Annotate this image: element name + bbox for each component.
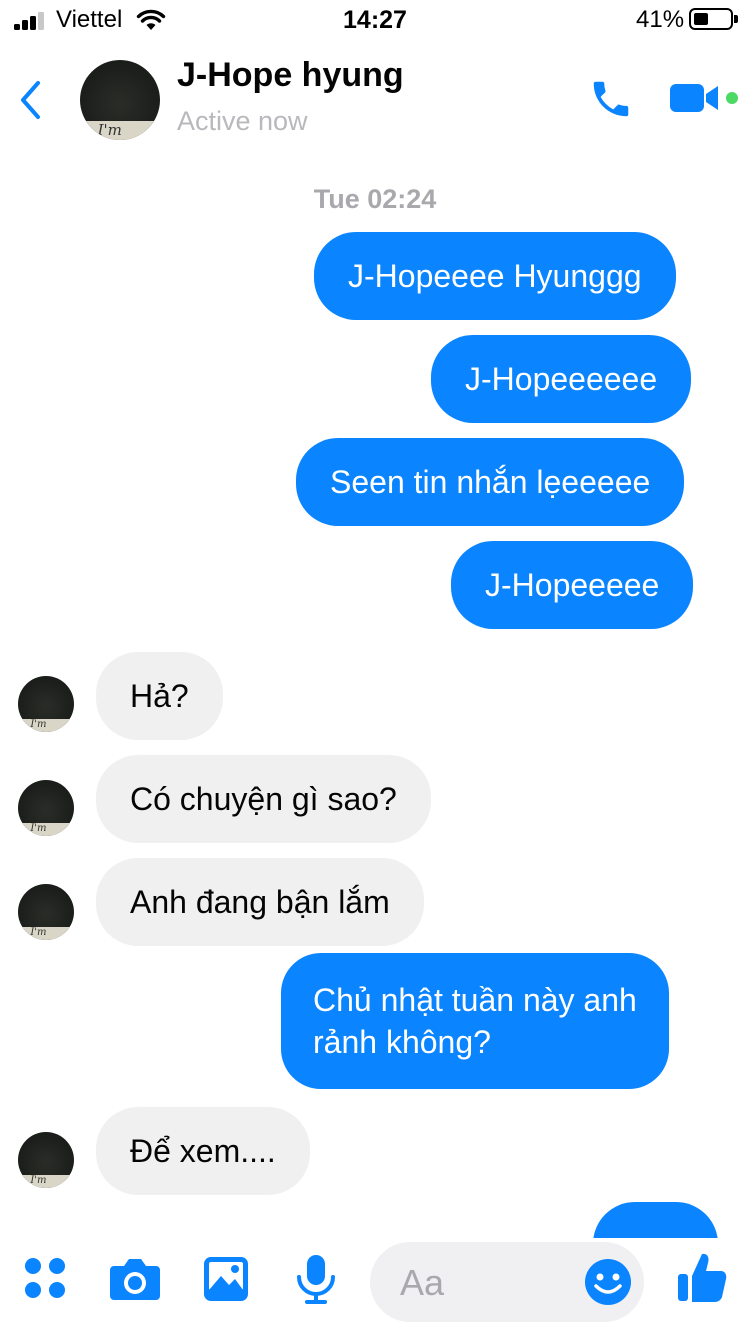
phone-icon[interactable] [588, 76, 634, 122]
outgoing-message[interactable]: Seen tin nhắn lẹeeeee [296, 438, 685, 526]
battery-icon [689, 8, 738, 30]
message-line: Chủ nhật tuần này anh [313, 982, 637, 1018]
status-bar: Viettel 14:27 41% [0, 0, 750, 40]
message-input-placeholder: Aa [400, 1262, 445, 1303]
avatar-caption: I'm [30, 926, 47, 938]
message-list[interactable]: Tue 02:24 J-Hopeeee Hyunggg J-Hopeeeeee … [0, 160, 750, 1238]
camera-icon[interactable] [108, 1256, 162, 1302]
presence-status: Active now [177, 106, 308, 136]
message-timestamp: Tue 02:24 [313, 184, 437, 214]
outgoing-message[interactable]: J-Hopeeee Hyunggg [314, 232, 676, 320]
message-line: rảnh không? [313, 1024, 491, 1060]
outgoing-message[interactable]: J-Hopeeeee [451, 541, 694, 629]
incoming-message[interactable]: Có chuyện gì sao? [96, 755, 431, 843]
contact-avatar[interactable]: I'm [80, 60, 160, 140]
contact-name[interactable]: J-Hope hyung [177, 56, 404, 95]
thumbs-up-icon[interactable] [676, 1250, 728, 1304]
photo-gallery-icon[interactable] [202, 1255, 250, 1303]
online-dot [726, 92, 738, 104]
apps-menu-icon[interactable] [22, 1255, 68, 1301]
avatar-caption: I'm [30, 822, 47, 834]
outgoing-message[interactable]: J-Hopeeeeee [431, 335, 692, 423]
avatar-caption: I'm [97, 120, 122, 139]
avatar-caption: I'm [30, 1174, 47, 1186]
outgoing-message[interactable] [593, 1202, 718, 1238]
incoming-message[interactable]: Hả? [96, 652, 223, 740]
incoming-message[interactable]: Để xem.... [96, 1107, 310, 1195]
contact-avatar-small[interactable]: I'm [18, 676, 74, 732]
contact-avatar-small[interactable]: I'm [18, 884, 74, 940]
chevron-left-icon[interactable] [16, 78, 46, 122]
outgoing-message[interactable]: Chủ nhật tuần này anh rảnh không? [281, 953, 669, 1089]
video-camera-icon[interactable] [668, 80, 740, 116]
microphone-icon[interactable] [294, 1253, 338, 1305]
battery-percent: 41% [636, 6, 685, 33]
contact-avatar-small[interactable]: I'm [18, 780, 74, 836]
emoji-icon[interactable] [584, 1258, 632, 1306]
contact-avatar-small[interactable]: I'm [18, 1132, 74, 1188]
conversation-header: I'm J-Hope hyung Active now [0, 40, 750, 160]
message-input[interactable]: Aa [370, 1242, 644, 1322]
incoming-message[interactable]: Anh đang bận lắm [96, 858, 424, 946]
avatar-caption: I'm [30, 718, 47, 730]
message-composer: Aa [0, 1238, 750, 1334]
